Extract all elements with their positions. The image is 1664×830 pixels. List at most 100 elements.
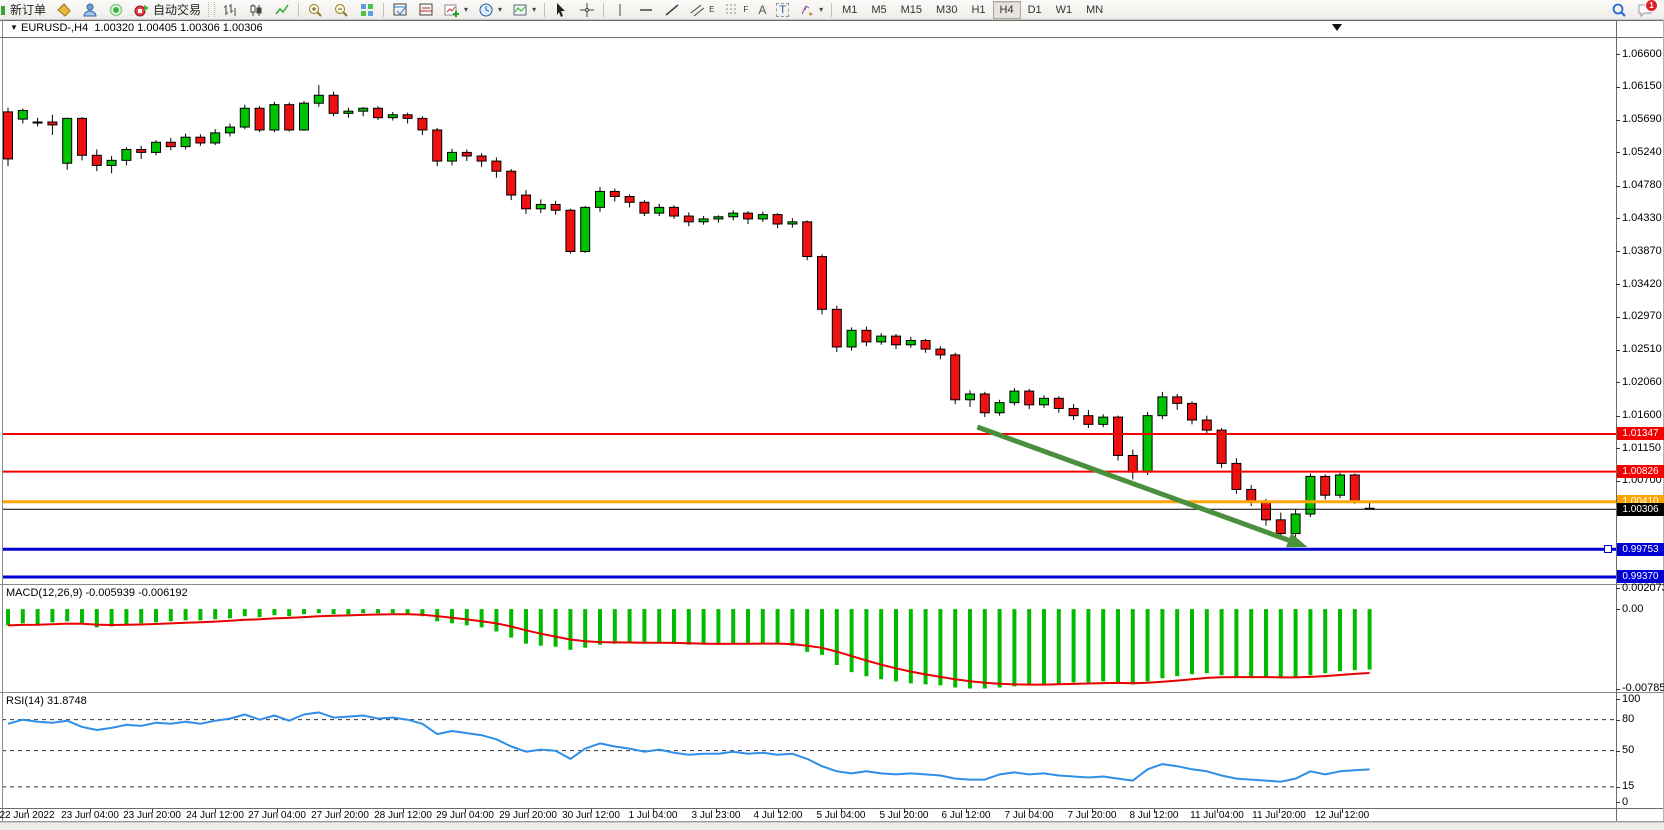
macd-indicator-label: MACD(12,26,9) -0.005939 -0.006192: [6, 587, 188, 599]
bullish-candle: [1143, 416, 1152, 472]
bearish-candle: [892, 336, 901, 345]
bullish-candle: [181, 137, 190, 146]
rsi-line: [8, 712, 1370, 781]
timeframe-button-w1[interactable]: W1: [1049, 1, 1080, 19]
price-tick-label: 1.04330: [1622, 212, 1662, 225]
arrows-tool[interactable]: ▾: [794, 0, 828, 19]
tile-windows-icon[interactable]: [354, 0, 380, 19]
bullish-candle: [906, 340, 915, 344]
chart-shift-marker-icon[interactable]: [1332, 24, 1342, 31]
time-label: 28 Jun 12:00: [374, 810, 432, 821]
macd-pane-separator[interactable]: [0, 584, 1664, 585]
bearish-candle: [803, 222, 812, 257]
timeframe-button-h1[interactable]: H1: [964, 1, 992, 19]
bullish-candle: [211, 133, 220, 143]
new-order-label: 新订单: [10, 1, 46, 18]
crosshair-tool[interactable]: [574, 0, 600, 19]
trend-arrow-object[interactable]: [977, 427, 1288, 540]
timeframe-button-d1[interactable]: D1: [1021, 1, 1049, 19]
autotrading-button[interactable]: 自动交易: [129, 0, 206, 19]
indicator-tick-dash: [1616, 720, 1620, 721]
time-label: 3 Jul 23:00: [692, 810, 741, 821]
bullish-candle: [344, 111, 353, 113]
timeframe-button-m5[interactable]: M5: [864, 1, 893, 19]
mql5-gold-icon[interactable]: [51, 0, 77, 19]
zoom-in-icon[interactable]: [302, 0, 328, 19]
bullish-candle: [877, 336, 886, 342]
bullish-candle: [1291, 514, 1300, 534]
bar-chart-type-icon[interactable]: [217, 0, 243, 19]
notifications-chat-icon[interactable]: 1: [1632, 0, 1658, 19]
ohlc-values: 1.00320 1.00405 1.00306 1.00306: [94, 22, 262, 34]
bearish-candle: [403, 115, 412, 119]
trend-arrow-head[interactable]: [1286, 533, 1307, 547]
bearish-candle: [522, 195, 531, 209]
bullish-candle: [1336, 475, 1345, 495]
bullish-candle: [448, 152, 457, 161]
equidistant-channel-tool[interactable]: E: [685, 0, 719, 19]
candlestick-chart-type-icon[interactable]: [243, 0, 269, 19]
chevron-down-icon: ▾: [464, 5, 468, 14]
indicator-tick-label: 15: [1622, 780, 1634, 793]
bearish-candle: [980, 394, 989, 413]
chart-svg[interactable]: [0, 0, 1664, 830]
symbol-period-label: EURUSD-,H4: [21, 22, 88, 34]
trendline-tool[interactable]: [659, 0, 685, 19]
timeframe-button-m30[interactable]: M30: [929, 1, 964, 19]
bearish-candle: [684, 216, 693, 222]
bearish-candle: [285, 105, 294, 130]
text-tool[interactable]: A: [753, 0, 771, 19]
bullish-candle: [966, 394, 975, 400]
timeframe-button-m1[interactable]: M1: [835, 1, 864, 19]
bearish-candle: [1173, 397, 1182, 404]
bearish-candle: [1188, 403, 1197, 420]
price-tick-dash: [1616, 251, 1620, 252]
bearish-candle: [1321, 476, 1330, 495]
price-tick-dash: [1616, 186, 1620, 187]
fibonacci-tool-glyph: F: [743, 5, 748, 14]
bullish-candle: [1306, 476, 1315, 514]
text-label-tool[interactable]: T: [771, 0, 794, 19]
bearish-candle: [1025, 391, 1034, 405]
vertical-line-tool[interactable]: [607, 0, 633, 19]
price-tick-label: 1.05240: [1622, 146, 1662, 159]
toolbar: 新订单 自动交易: [0, 0, 1664, 20]
bearish-candle: [166, 142, 175, 146]
autotrading-label: 自动交易: [153, 1, 201, 18]
bearish-candle: [773, 215, 782, 224]
bullish-candle: [788, 222, 797, 224]
data-window-icon[interactable]: [387, 0, 413, 19]
line-drag-handle[interactable]: [1604, 545, 1612, 553]
add-indicator-button[interactable]: ▾: [439, 0, 473, 19]
time-label: 23 Jun 20:00: [123, 810, 181, 821]
zoom-out-icon[interactable]: [328, 0, 354, 19]
notification-badge: 1: [1645, 0, 1658, 12]
price-tag: 0.99753: [1617, 543, 1664, 556]
timeframe-button-mn[interactable]: MN: [1079, 1, 1110, 19]
collapse-panel-icon[interactable]: ▼: [10, 23, 18, 32]
timeframe-button-m15[interactable]: M15: [894, 1, 929, 19]
fibonacci-tool[interactable]: F: [719, 0, 753, 19]
timeframe-button-h4[interactable]: H4: [993, 1, 1021, 19]
new-order-button[interactable]: 新订单: [5, 0, 51, 19]
search-icon[interactable]: [1606, 0, 1632, 19]
time-label: 11 Jul 04:00: [1190, 810, 1244, 821]
community-icon[interactable]: [77, 0, 103, 19]
period-clock-button[interactable]: ▾: [473, 0, 507, 19]
bullish-candle: [847, 330, 856, 347]
cursor-tool[interactable]: [548, 0, 574, 19]
bearish-candle: [936, 349, 945, 355]
time-label: 29 Jun 04:00: [436, 810, 494, 821]
line-chart-type-icon[interactable]: [269, 0, 295, 19]
status-bar: [0, 822, 1664, 830]
bearish-candle: [492, 161, 501, 171]
rsi-pane-separator[interactable]: [0, 692, 1664, 693]
signals-icon[interactable]: [103, 0, 129, 19]
bearish-candle: [137, 149, 146, 152]
template-button[interactable]: ▾: [507, 0, 541, 19]
bearish-candle: [374, 108, 383, 117]
horizontal-line-tool[interactable]: [633, 0, 659, 19]
indicator-window-icon[interactable]: [413, 0, 439, 19]
indicator-tick-dash: [1616, 751, 1620, 752]
indicator-tick-dash: [1616, 588, 1620, 589]
